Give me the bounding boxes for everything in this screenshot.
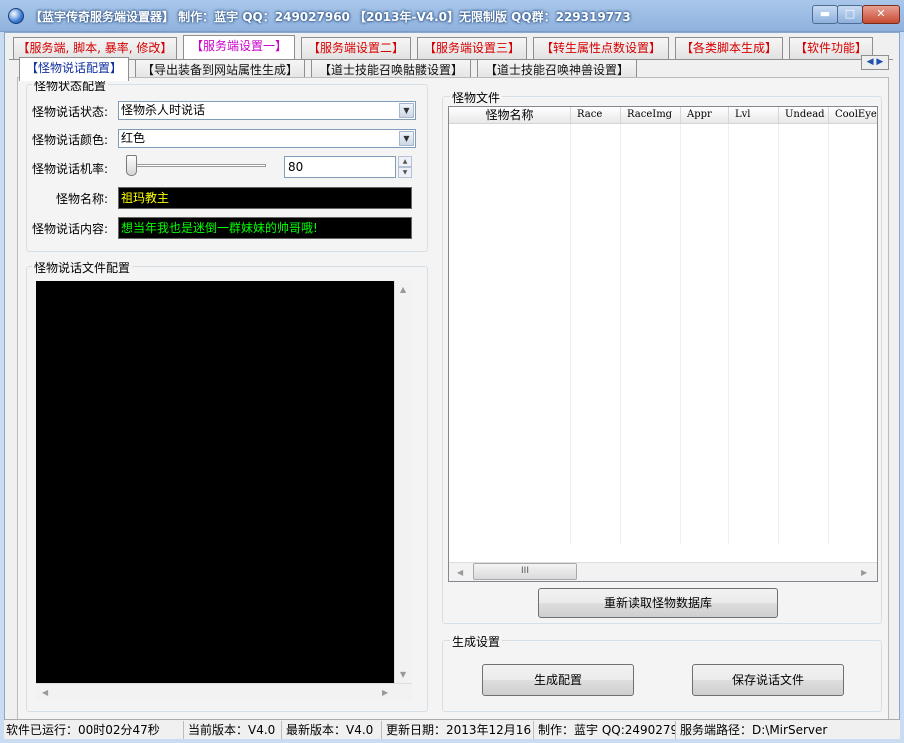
speech-state-select[interactable]: 怪物杀人时说话 ▼ <box>118 101 416 120</box>
column-header-name[interactable]: 怪物名称 <box>449 107 571 124</box>
scroll-up-icon[interactable]: ▲ <box>400 285 406 294</box>
column-divider <box>620 124 621 544</box>
speech-state-label: 怪物说话状态: <box>32 105 109 119</box>
column-header-race[interactable]: Race <box>571 107 621 124</box>
reload-monster-db-button[interactable]: 重新读取怪物数据库 <box>538 588 778 618</box>
scroll-left-icon[interactable]: ◀ <box>42 688 48 697</box>
status-latest-version: 最新版本：V4.0 <box>284 721 382 739</box>
tab-rebirth-points[interactable]: 【转生属性点数设置】 <box>533 37 669 59</box>
tab-server-settings-3[interactable]: 【服务端设置三】 <box>417 37 527 59</box>
chevron-down-icon[interactable]: ▼ <box>399 103 414 118</box>
window-title: 【蓝宇传奇服务端设置器】 制作：蓝宇 QQ：249027960 【2013年-V… <box>30 10 631 24</box>
speech-file-title: 怪物说话文件配置 <box>32 259 133 276</box>
monster-speech-panel: 怪物状态配置 怪物说话状态: 怪物杀人时说话 ▼ 怪物说话颜色: 红色 ▼ 怪物… <box>17 77 889 721</box>
hscroll-thumb[interactable]: III <box>473 563 577 580</box>
speech-color-label: 怪物说话颜色: <box>32 133 109 147</box>
status-update-date: 更新日期：2013年12月16日 <box>386 721 534 739</box>
tab-server-settings-2[interactable]: 【服务端设置二】 <box>301 37 411 59</box>
tab-monster-speech[interactable]: 【怪物说话配置】 <box>19 57 129 81</box>
status-uptime: 软件已运行：00时02分47秒 <box>4 721 184 739</box>
tab-server-script-drop[interactable]: 【服务端, 脚本, 暴率, 修改】 <box>13 37 177 59</box>
generate-config-button[interactable]: 生成配置 <box>482 664 634 696</box>
status-current-version: 当前版本：V4.0 <box>186 721 282 739</box>
speech-file-vscroll[interactable]: ▲ ▼ <box>394 281 412 683</box>
speech-state-value: 怪物杀人时说话 <box>121 103 206 117</box>
main-tab-strip: 【服务端, 脚本, 暴率, 修改】 【服务端设置一】 【服务端设置二】 【服务端… <box>5 35 895 59</box>
speech-rate-slider-track[interactable] <box>126 164 266 167</box>
status-author: 制作：蓝宇 QQ:249027960 <box>536 721 676 739</box>
speech-rate-slider-handle[interactable] <box>126 155 137 176</box>
speech-rate-label: 怪物说话机率: <box>32 162 109 176</box>
column-header-appr[interactable]: Appr <box>681 107 729 124</box>
column-header-raceimg[interactable]: RaceImg <box>621 107 681 124</box>
status-server-path: 服务端路径：D:\MirServer <box>680 723 828 737</box>
speech-content-input[interactable]: 想当年我也是迷倒一群妹妹的帅哥哦! <box>118 217 412 239</box>
generate-settings-title: 生成设置 <box>450 633 503 650</box>
monster-name-label: 怪物名称: <box>56 192 109 206</box>
monster-table[interactable]: 怪物名称 Race RaceImg Appr Lvl Undead CoolEy… <box>448 106 878 582</box>
column-header-undead[interactable]: Undead <box>779 107 829 124</box>
speech-color-value: 红色 <box>121 131 146 145</box>
status-bar: 软件已运行：00时02分47秒 当前版本：V4.0 最新版本：V4.0 更新日期… <box>4 719 900 739</box>
tab-server-settings-1[interactable]: 【服务端设置一】 <box>183 35 295 59</box>
scroll-left-icon[interactable]: ◀ <box>457 568 463 577</box>
tab-script-generation[interactable]: 【各类脚本生成】 <box>675 37 783 59</box>
monster-table-hscroll[interactable]: ◀ III ▶ <box>449 562 877 581</box>
scroll-right-icon[interactable]: ▶ <box>382 688 388 697</box>
column-divider <box>728 124 729 544</box>
close-button[interactable]: ✕ <box>862 5 900 24</box>
monster-name-input[interactable]: 祖玛教主 <box>118 187 412 209</box>
spin-up-icon[interactable]: ▲ <box>398 156 412 167</box>
title-bar[interactable]: 【蓝宇传奇服务端设置器】 制作：蓝宇 QQ：249027960 【2013年-V… <box>0 0 904 32</box>
speech-rate-input[interactable]: 80 <box>284 156 396 178</box>
speech-rate-spinner[interactable]: ▲ ▼ <box>398 156 412 178</box>
tab-scroll-arrows[interactable]: ◀ ▶ <box>861 55 889 70</box>
speech-file-hscroll[interactable]: ◀ ▶ <box>36 683 412 701</box>
monster-table-header: 怪物名称 Race RaceImg Appr Lvl Undead CoolEy… <box>449 107 877 124</box>
minimize-button[interactable]: ▬ <box>812 5 838 24</box>
scroll-down-icon[interactable]: ▼ <box>400 670 406 679</box>
column-divider <box>778 124 779 544</box>
column-divider <box>828 124 829 544</box>
scroll-right-icon[interactable]: ▶ <box>861 568 867 577</box>
speech-file-editor[interactable] <box>36 281 394 683</box>
chevron-down-icon[interactable]: ▼ <box>399 131 414 146</box>
speech-content-label: 怪物说话内容: <box>32 222 109 236</box>
speech-color-select[interactable]: 红色 ▼ <box>118 129 416 148</box>
column-header-lvl[interactable]: Lvl <box>729 107 779 124</box>
spin-down-icon[interactable]: ▼ <box>398 167 412 178</box>
column-divider <box>570 124 571 544</box>
client-area: 【服务端, 脚本, 暴率, 修改】 【服务端设置一】 【服务端设置二】 【服务端… <box>4 32 900 739</box>
column-divider <box>680 124 681 544</box>
column-header-cooleye[interactable]: CoolEye <box>829 107 877 124</box>
monster-file-title: 怪物文件 <box>450 89 503 106</box>
app-icon <box>8 8 24 24</box>
save-speech-file-button[interactable]: 保存说话文件 <box>692 664 844 696</box>
maximize-button[interactable]: □ <box>837 5 863 24</box>
